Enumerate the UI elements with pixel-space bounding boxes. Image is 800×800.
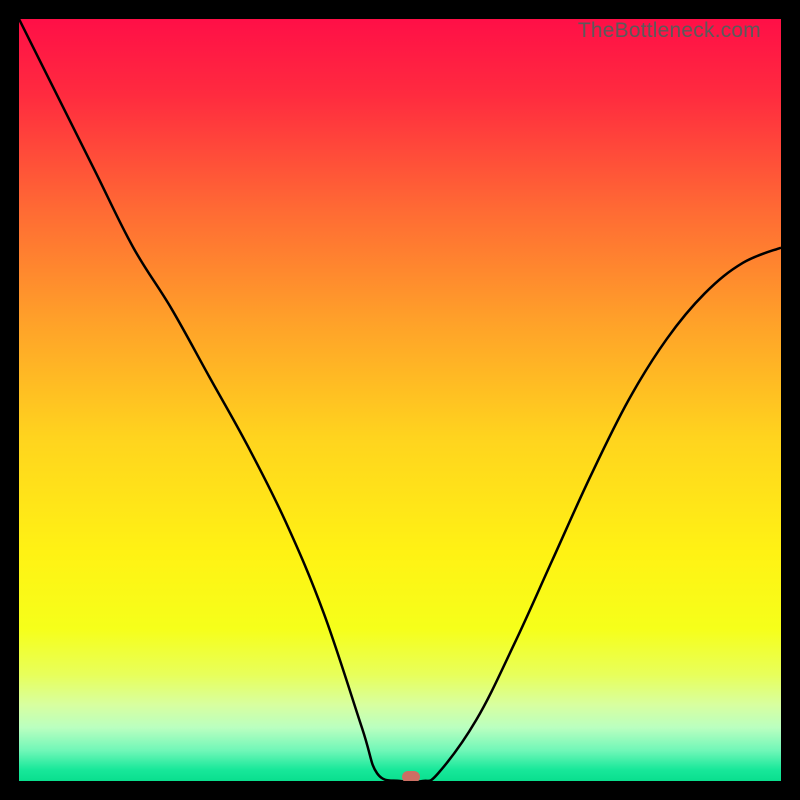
bottleneck-marker xyxy=(402,771,420,781)
watermark-text: TheBottleneck.com xyxy=(578,19,761,43)
plot-area: TheBottleneck.com xyxy=(19,19,781,781)
chart-container: TheBottleneck.com xyxy=(0,0,800,800)
bottleneck-curve xyxy=(19,19,781,781)
